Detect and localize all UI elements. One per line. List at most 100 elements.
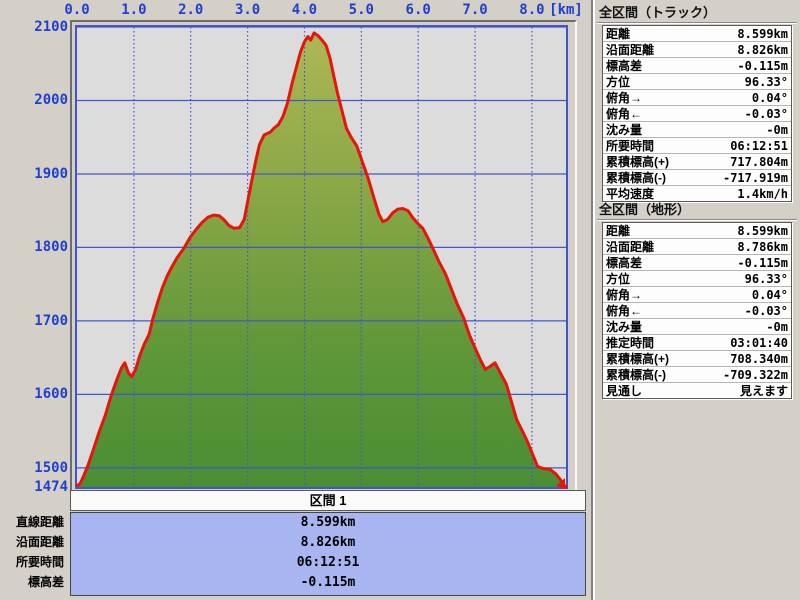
plot-area[interactable]: [75, 25, 568, 489]
y-tick-label: 1600: [34, 386, 68, 403]
section-row-label: 所要時間: [15, 555, 64, 569]
stat-label: 見通し: [606, 384, 643, 398]
stat-label: 推定時間: [606, 336, 655, 350]
stat-row: 累積標高(-) -709.322m: [603, 367, 791, 383]
stat-value: 0.04°: [751, 90, 788, 105]
stat-row: 累積標高(+) 717.804m: [603, 154, 791, 170]
stat-row: 俯角→ 0.04°: [603, 287, 791, 303]
section-row-value: -0.115m: [300, 575, 356, 590]
section-value-table[interactable]: 8.599km 8.826km 06:12:51 -0.115m: [70, 512, 586, 596]
stat-label: 累積標高(-): [606, 368, 666, 382]
stat-row: 俯角← -0.03°: [603, 303, 791, 319]
x-tick-label: 2.0: [178, 2, 204, 18]
stat-label: 距離: [606, 224, 631, 238]
y-tick-label: 1800: [34, 239, 68, 256]
stat-row: 累積標高(-) -717.919m: [603, 170, 791, 186]
stat-row: 方位 96.33°: [603, 74, 791, 90]
stat-row: 累積標高(+) 708.340m: [603, 351, 791, 367]
stat-row: 所要時間 06:12:51: [603, 138, 791, 154]
stat-label: 距離: [606, 27, 631, 41]
stat-label: 累積標高(+): [606, 352, 670, 366]
x-axis-unit-label: [km]: [549, 2, 583, 18]
stat-value: 8.599km: [737, 223, 788, 238]
stat-row: 距離 8.599km: [603, 223, 791, 239]
stat-value: 96.33°: [744, 74, 788, 89]
stat-row: 標高差 -0.115m: [603, 58, 791, 74]
y-tick-label: 2000: [34, 92, 68, 109]
stat-value: 8.599km: [737, 26, 788, 41]
stat-value: 8.786km: [737, 239, 788, 254]
stat-value: 0.04°: [751, 287, 788, 302]
stat-value: 06:12:51: [730, 138, 788, 153]
stat-label: 標高差: [606, 59, 643, 73]
stat-value: -0m: [766, 319, 788, 334]
stat-label: 沈み量: [606, 320, 643, 334]
stat-row: 沈み量 -0m: [603, 122, 791, 138]
x-tick-label: 0.0: [64, 2, 90, 18]
stat-value: 708.340m: [730, 351, 788, 366]
stat-value: -0.115m: [737, 255, 788, 270]
x-tick-label: 5.0: [348, 2, 374, 18]
x-tick-label: 1.0: [121, 2, 147, 18]
stat-row: 方位 96.33°: [603, 271, 791, 287]
stat-label: 俯角→: [606, 91, 643, 105]
stat-label: 俯角→: [606, 288, 643, 302]
x-tick-label: 7.0: [462, 2, 488, 18]
y-tick-label: 1700: [34, 312, 68, 329]
stat-label: 所要時間: [606, 139, 655, 153]
y-tick-label: 2100: [34, 19, 68, 35]
section-row-label: 直線距離: [15, 515, 64, 529]
stat-row: 標高差 -0.115m: [603, 255, 791, 271]
panel-whole-terrain: 全区間（地形） 距離 8.599km 沿面距離 8.786km 標高差 -0.115m 方位…: [597, 197, 797, 399]
section-label-column: 直線距離沿面距離所要時間標高差: [0, 512, 64, 592]
stat-label: 累積標高(+): [606, 155, 670, 169]
stat-label: 沿面距離: [606, 43, 655, 57]
x-tick-label: 3.0: [234, 2, 261, 18]
stat-value: 03:01:40: [730, 335, 788, 350]
stat-value: -0.115m: [737, 58, 788, 73]
section-row-label: 沿面距離: [15, 535, 64, 549]
stat-value: -717.919m: [722, 170, 788, 185]
section-row-value: 06:12:51: [296, 555, 360, 570]
stat-row: 見通し 見えます: [603, 383, 791, 398]
pane-divider: [591, 0, 595, 600]
stat-label: 累積標高(-): [606, 171, 666, 185]
x-tick-label: 6.0: [405, 2, 431, 18]
x-tick-label: 4.0: [291, 2, 318, 18]
y-tick-label: 1900: [34, 165, 68, 182]
panel-track-title: 全区間（トラック）: [597, 0, 797, 23]
stat-value: 見えます: [739, 384, 788, 398]
stat-row: 沈み量 -0m: [603, 319, 791, 335]
section-header: 区間 1: [70, 490, 586, 511]
stat-label: 沿面距離: [606, 240, 655, 254]
stat-row: 推定時間 03:01:40: [603, 335, 791, 351]
panel-terrain-title: 全区間（地形）: [597, 197, 797, 220]
section-row-value: 8.599km: [300, 515, 356, 530]
stat-label: 沈み量: [606, 123, 643, 137]
stat-label: 方位: [606, 75, 631, 89]
panel-whole-track: 全区間（トラック） 距離 8.599km 沿面距離 8.826km 標高差 -0.115m…: [597, 0, 797, 202]
stat-row: 距離 8.599km: [603, 26, 791, 42]
elevation-profile-svg: [75, 26, 568, 489]
stat-label: 方位: [606, 272, 631, 286]
stat-value: 717.804m: [730, 154, 788, 169]
stat-row: 俯角→ 0.04°: [603, 90, 791, 106]
stat-value: -0.03°: [744, 303, 788, 318]
stat-row: 俯角← -0.03°: [603, 106, 791, 122]
stat-label: 俯角←: [606, 107, 643, 121]
y-tick-label: 1474: [34, 479, 68, 495]
stat-value: 8.826km: [737, 42, 788, 57]
stat-value: 96.33°: [744, 271, 788, 286]
elevation-chart-pane: 0.0 1.0 2.0 3.0 4.0 5.0 6.0 7.0 8.0 [km] 2100 2000…: [0, 0, 592, 600]
stat-value: -0.03°: [744, 106, 788, 121]
stat-label: 標高差: [606, 256, 643, 270]
panel-track-table: 距離 8.599km 沿面距離 8.826km 標高差 -0.115m 方位 96.33° 俯角…: [602, 25, 792, 202]
section-row-value: 8.826km: [300, 535, 356, 550]
stat-row: 沿面距離 8.786km: [603, 239, 791, 255]
stat-value: -0m: [766, 122, 788, 137]
stat-value: -709.322m: [722, 367, 788, 382]
section-row-label: 標高差: [27, 575, 64, 589]
stat-label: 俯角←: [606, 304, 643, 318]
panel-terrain-table: 距離 8.599km 沿面距離 8.786km 標高差 -0.115m 方位 96.33° 俯角…: [602, 222, 792, 399]
stat-row: 沿面距離 8.826km: [603, 42, 791, 58]
